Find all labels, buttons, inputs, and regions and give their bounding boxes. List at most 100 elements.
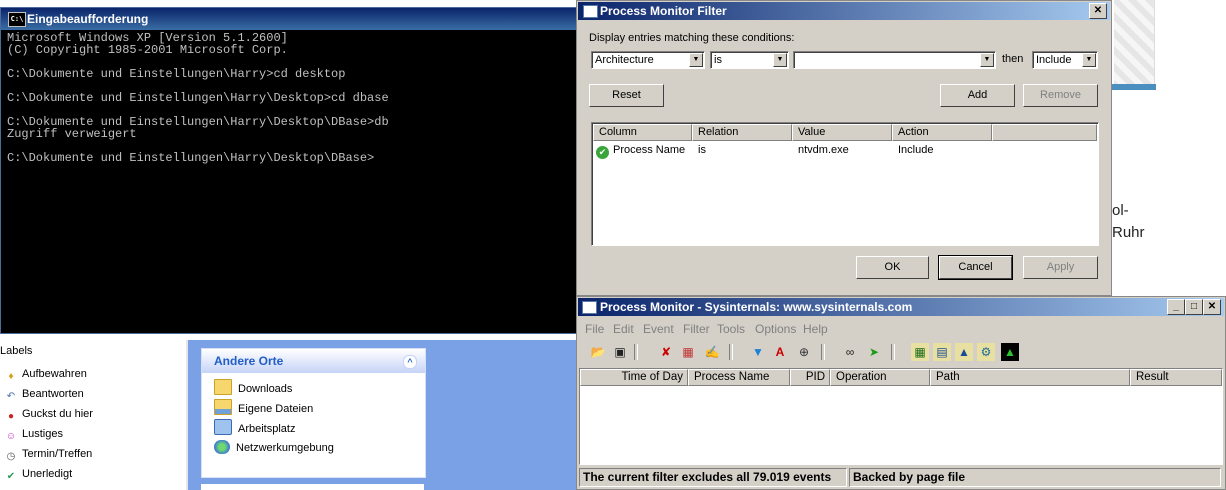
enabled-checkbox-icon[interactable]: ✔ bbox=[596, 146, 609, 159]
column-select[interactable]: Architecture ▼ bbox=[591, 51, 705, 69]
cmd-line: C:\Dokumente und Einstellungen\Harry\Des… bbox=[7, 91, 389, 105]
highlight-icon[interactable]: A bbox=[771, 343, 789, 361]
smiley-icon: ☺ bbox=[5, 431, 17, 442]
maximize-icon[interactable]: □ bbox=[1185, 299, 1203, 315]
cmd-icon: C:\ bbox=[8, 12, 26, 27]
row-column-cell[interactable]: ✔ Process Name bbox=[596, 143, 685, 159]
action-select[interactable]: Include ▼ bbox=[1032, 51, 1098, 69]
save-icon[interactable]: ▣ bbox=[611, 343, 629, 361]
place-link[interactable]: Arbeitsplatz bbox=[214, 419, 295, 437]
row-relation-cell: is bbox=[698, 144, 706, 156]
remove-button[interactable]: Remove bbox=[1023, 84, 1098, 107]
process-activity-icon[interactable]: ⚙ bbox=[977, 343, 995, 361]
chevron-down-icon[interactable]: ▼ bbox=[980, 53, 994, 67]
label-item[interactable]: ◷ Termin/Treffen bbox=[5, 446, 93, 462]
column-header-column[interactable]: Column bbox=[593, 124, 692, 141]
row-value-cell: ntvdm.exe bbox=[798, 144, 849, 156]
label-item[interactable]: ↶ Beantworten bbox=[5, 386, 84, 402]
filesystem-activity-icon[interactable]: ▤ bbox=[933, 343, 951, 361]
menu-tools[interactable]: Tools bbox=[717, 322, 745, 336]
chevron-down-icon[interactable]: ▼ bbox=[1082, 53, 1096, 67]
profiling-activity-icon[interactable]: ▲ bbox=[1001, 343, 1019, 361]
registry-activity-icon[interactable]: ▦ bbox=[911, 343, 929, 361]
background-document: ol- Ruhr bbox=[1110, 0, 1226, 300]
action-select-value: Include bbox=[1036, 54, 1072, 66]
network-activity-icon[interactable]: ▲ bbox=[955, 343, 973, 361]
reply-arrow-icon: ↶ bbox=[6, 391, 16, 402]
cmd-title-bar[interactable]: C:\ Eingabeaufforderung bbox=[1, 8, 577, 30]
column-header-result[interactable]: Result bbox=[1130, 369, 1222, 386]
close-icon[interactable]: ✕ bbox=[1203, 299, 1221, 315]
apply-button[interactable]: Apply bbox=[1023, 256, 1098, 279]
menu-edit[interactable]: Edit bbox=[613, 322, 634, 336]
process-monitor-window: Process Monitor - Sysinternals: www.sysi… bbox=[576, 296, 1226, 490]
column-header-process[interactable]: Process Name bbox=[688, 369, 790, 386]
folder-icon bbox=[214, 379, 232, 395]
ok-button[interactable]: OK bbox=[856, 256, 929, 279]
place-link-text: Downloads bbox=[238, 383, 293, 395]
place-link[interactable]: Eigene Dateien bbox=[214, 399, 313, 417]
filter-list[interactable]: Column Relation Value Action ✔ Process Na… bbox=[591, 122, 1099, 246]
close-icon[interactable]: ✕ bbox=[1089, 3, 1107, 19]
place-link-text: Arbeitsplatz bbox=[238, 423, 296, 435]
column-header-action[interactable]: Action bbox=[892, 124, 992, 141]
place-link[interactable]: Downloads bbox=[214, 379, 292, 397]
column-header-operation[interactable]: Operation bbox=[830, 369, 930, 386]
clear-icon[interactable]: ✍ bbox=[703, 343, 721, 361]
menu-options[interactable]: Options bbox=[755, 322, 796, 336]
menu-help[interactable]: Help bbox=[803, 322, 828, 336]
network-icon bbox=[214, 440, 230, 454]
other-places-title: Andere Orte bbox=[214, 354, 284, 368]
autoscroll-icon[interactable]: ▦ bbox=[679, 343, 697, 361]
clock-icon: ◷ bbox=[6, 451, 16, 462]
column-header-path[interactable]: Path bbox=[930, 369, 1130, 386]
add-button[interactable]: Add bbox=[940, 84, 1015, 107]
column-header-blank bbox=[992, 124, 1097, 141]
column-header-time[interactable]: Time of Day bbox=[580, 369, 688, 386]
cmd-line: C:\Dokumente und Einstellungen\Harry>cd … bbox=[7, 67, 346, 81]
column-header-value[interactable]: Value bbox=[792, 124, 892, 141]
find-binoculars-icon[interactable]: ∞ bbox=[841, 343, 859, 361]
filter-icon[interactable]: ▼ bbox=[749, 343, 767, 361]
next-panel bbox=[201, 484, 424, 490]
row-column-text: Process Name bbox=[613, 144, 686, 156]
open-folder-icon[interactable]: 📂 bbox=[589, 343, 607, 361]
place-link-text: Netzwerkumgebung bbox=[236, 442, 334, 454]
capture-off-icon[interactable]: ✘ bbox=[657, 343, 675, 361]
column-header-relation[interactable]: Relation bbox=[692, 124, 792, 141]
place-link[interactable]: Netzwerkumgebung bbox=[214, 439, 334, 457]
relation-select[interactable]: is ▼ bbox=[710, 51, 789, 69]
menu-filter[interactable]: Filter bbox=[683, 322, 710, 336]
value-combo[interactable]: ▼ bbox=[793, 51, 996, 69]
background-text-1: ol- bbox=[1112, 202, 1129, 219]
chevron-down-icon[interactable]: ▼ bbox=[689, 53, 703, 67]
label-item-text: Lustiges bbox=[22, 428, 63, 440]
then-label: then bbox=[1002, 53, 1024, 65]
label-item[interactable]: ● Guckst du hier bbox=[5, 406, 93, 422]
column-header-pid[interactable]: PID bbox=[790, 369, 830, 386]
menu-event[interactable]: Event bbox=[643, 322, 674, 336]
trophy-icon: ♦ bbox=[8, 371, 14, 382]
puzzle-image bbox=[1114, 0, 1155, 88]
cmd-output[interactable]: Microsoft Windows XP [Version 5.1.2600](… bbox=[7, 32, 577, 164]
filter-prompt: Display entries matching these condition… bbox=[589, 32, 795, 44]
event-list[interactable]: Time of Day Process Name PID Operation P… bbox=[579, 368, 1223, 465]
status-filter-text: The current filter excludes all 79.019 e… bbox=[579, 468, 847, 487]
minimize-icon[interactable]: _ bbox=[1167, 299, 1185, 315]
label-item[interactable]: ✔ Unerledigt bbox=[5, 466, 72, 482]
jump-icon[interactable]: ➤ bbox=[865, 343, 883, 361]
other-places-header[interactable]: Andere Orte ^ bbox=[202, 349, 425, 373]
command-prompt-window[interactable]: C:\ Eingabeaufforderung Microsoft Window… bbox=[0, 7, 578, 334]
label-item[interactable]: ♦ Aufbewahren bbox=[5, 366, 86, 382]
procmon-title-bar[interactable]: Process Monitor - Sysinternals: www.sysi… bbox=[578, 298, 1224, 316]
procmon-title: Process Monitor - Sysinternals: www.sysi… bbox=[600, 300, 913, 314]
chevron-down-icon[interactable]: ▼ bbox=[773, 53, 787, 67]
reset-button[interactable]: Reset bbox=[589, 84, 664, 107]
labels-panel: Labels ♦ Aufbewahren ↶ Beantworten ● Guckst d… bbox=[0, 340, 188, 490]
collapse-chevron-icon[interactable]: ^ bbox=[403, 355, 417, 369]
menu-file[interactable]: File bbox=[585, 322, 604, 336]
filter-title-bar[interactable]: Process Monitor Filter ✕ bbox=[578, 2, 1110, 20]
label-item[interactable]: ☺ Lustiges bbox=[5, 426, 63, 442]
target-icon[interactable]: ⊕ bbox=[795, 343, 813, 361]
cancel-button[interactable]: Cancel bbox=[938, 255, 1013, 280]
